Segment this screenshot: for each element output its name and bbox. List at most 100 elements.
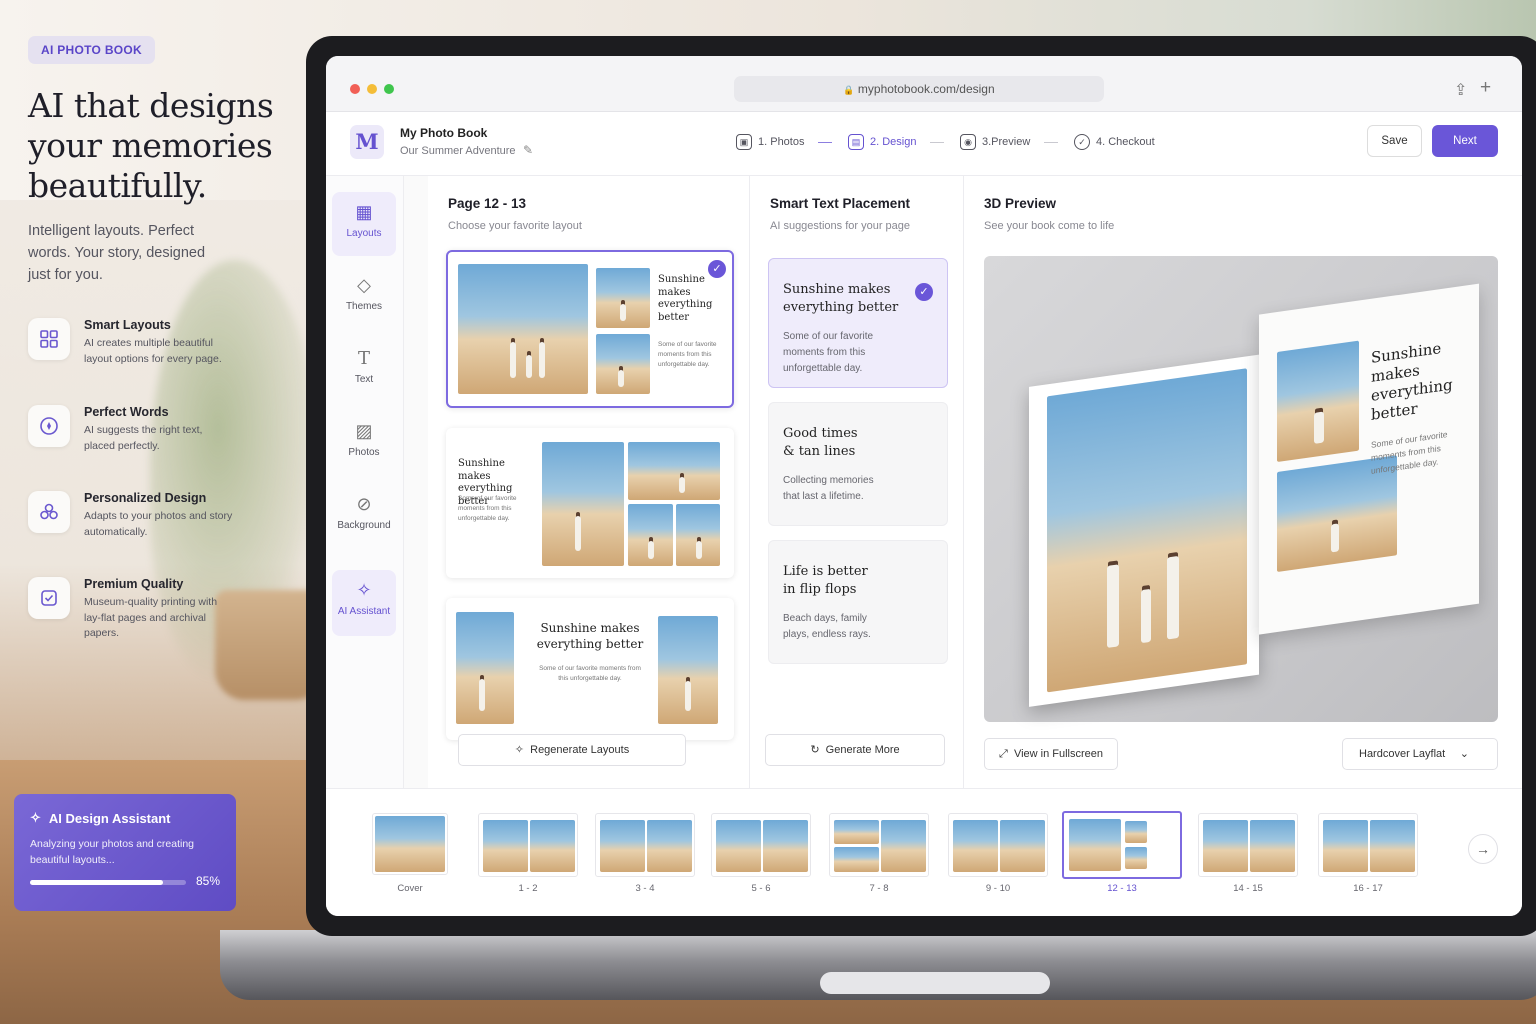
edit-pencil-icon[interactable]: ✎ (523, 143, 533, 157)
sidebar-item-text[interactable]: T Text (332, 338, 396, 402)
book-body: Some of our favorite moments from this u… (1371, 429, 1448, 476)
layout-option-1[interactable]: Sunshine makes everything better Some of… (446, 250, 734, 408)
layout-photo (456, 612, 514, 724)
format-value: Hardcover Layflat (1359, 748, 1446, 760)
app-logo[interactable]: M (350, 125, 384, 159)
step-label: 2. Design (870, 136, 917, 148)
hero-headline: AI that designs your memories beautifull… (28, 86, 274, 205)
thumbnail-page-selected[interactable] (1062, 811, 1182, 879)
view-fullscreen-button[interactable]: ⤢ View in Fullscreen (984, 738, 1118, 770)
feature-perfect-words: Perfect Words AI suggests the right text,… (28, 405, 288, 454)
ai-progress-bar (30, 880, 186, 885)
text-suggestion-2[interactable]: Good times & tan lines Collecting memori… (768, 402, 948, 526)
design-icon: ▤ (848, 134, 864, 150)
smart-text-panel: Smart Text Placement AI suggestions for … (750, 176, 964, 788)
ai-card-desc: Analyzing your photos and creating beaut… (30, 838, 195, 866)
layout-photo (628, 442, 720, 500)
layouts-panel-subtitle: Choose your favorite layout (448, 220, 582, 232)
thumbnail-page[interactable] (1318, 813, 1418, 877)
share-icon[interactable]: ⇪ (1454, 80, 1467, 100)
step-checkout[interactable]: ✓ 4. Checkout (1074, 134, 1155, 150)
preview-panel-title: 3D Preview (984, 196, 1057, 211)
laptop-notch (820, 972, 1050, 994)
step-connector (930, 142, 944, 143)
minimize-dot[interactable] (367, 84, 377, 94)
layout-option-3[interactable]: Sunshine makes everything better Some of… (446, 598, 734, 740)
check-icon: ✓ (708, 260, 726, 278)
step-label: 1. Photos (758, 136, 805, 148)
thumbnail-label: 9 - 10 (985, 883, 1011, 894)
thumbnail-page[interactable] (595, 813, 695, 877)
layouts-panel-title: Page 12 - 13 (448, 196, 527, 211)
layout-photo (628, 504, 673, 566)
feature-title: Premium Quality (84, 577, 184, 591)
thumbnail-page[interactable] (478, 813, 578, 877)
expand-icon: ⤢ (999, 748, 1008, 760)
sidebar-item-themes[interactable]: ◇ Themes (332, 265, 396, 329)
suggestion-body: Collecting memories that last a lifetime… (783, 475, 874, 502)
thumbnail-cover[interactable] (372, 813, 448, 875)
ai-design-assistant-card[interactable]: ✧ AI Design Assistant Analyzing your phot… (14, 794, 236, 911)
open-book: Sunshine makes everything better Some of… (1029, 283, 1479, 707)
layout-heading: Sunshine makes everything better (536, 621, 644, 651)
address-bar[interactable]: 🔒 myphotobook.com/design (734, 76, 1104, 102)
layout-body: Some of our favorite moments from this u… (458, 495, 517, 522)
thumbnail-page[interactable] (948, 813, 1048, 877)
feature-desc: Museum-quality printing with lay-flat pa… (84, 596, 218, 639)
step-design[interactable]: ▤ 2. Design (848, 134, 916, 150)
maximize-dot[interactable] (384, 84, 394, 94)
generate-label: Generate More (825, 744, 900, 756)
step-connector (1044, 142, 1058, 143)
save-button[interactable]: Save (1367, 125, 1422, 157)
cart-icon: ✓ (1074, 134, 1090, 150)
sidebar-item-ai-assistant[interactable]: ✧ AI Assistant (332, 570, 396, 636)
step-photos[interactable]: ▣ 1. Photos (736, 134, 804, 150)
grid-icon (28, 318, 70, 360)
marketing-panel: AI PHOTO BOOK AI that designs your memor… (28, 36, 288, 286)
feature-desc: Adapts to your photos and story automati… (84, 510, 233, 538)
text-suggestion-3[interactable]: Life is better in flip flops Beach days,… (768, 540, 948, 664)
hero-subhead: Intelligent layouts. Perfect words. Your… (28, 223, 206, 283)
sparkle-icon: ✧ (356, 580, 372, 600)
layout-body: Some of our favorite moments from this u… (658, 341, 717, 368)
project-subtitle: Our Summer Adventure (400, 145, 516, 157)
next-button[interactable]: Next (1432, 125, 1498, 157)
thumbnail-page[interactable] (1198, 813, 1298, 877)
sidebar-item-photos[interactable]: ▨ Photos (332, 411, 396, 475)
background-icon: ⊘ (356, 494, 372, 514)
generate-more-button[interactable]: ↻ Generate More (765, 734, 945, 766)
thumbnail-page[interactable] (711, 813, 811, 877)
layout-heading: Sunshine makes everything better (658, 274, 713, 323)
sidebar-item-background[interactable]: ⊘ Background (332, 484, 396, 548)
book-format-select[interactable]: Hardcover Layflat ⌄ (1342, 738, 1498, 770)
product-badge: AI PHOTO BOOK (28, 36, 156, 64)
page-thumbnail-strip: Cover 1 - 2 3 - 4 5 - 6 7 - 8 9 - 10 12 … (326, 788, 1522, 916)
text-panel-title: Smart Text Placement (770, 196, 911, 211)
close-dot[interactable] (350, 84, 360, 94)
book-3d-preview[interactable]: Sunshine makes everything better Some of… (984, 256, 1498, 722)
image-icon: ▣ (736, 134, 752, 150)
sidebar-item-label: Text (354, 374, 374, 385)
project-title: My Photo Book (400, 126, 488, 140)
sparkle-icon: ✧ (30, 810, 41, 825)
text-suggestion-1[interactable]: Sunshine makes everything better Some of… (768, 258, 948, 388)
thumbnail-label: 3 - 4 (635, 883, 655, 894)
thumbnail-label: Cover (397, 883, 423, 894)
thumbnail-label: 14 - 15 (1233, 883, 1263, 894)
feature-title: Personalized Design (84, 491, 207, 505)
layout-option-2[interactable]: Sunshine makes everything better Some of… (446, 428, 734, 578)
step-preview[interactable]: ◉ 3.Preview (960, 134, 1030, 150)
ai-progress-label: 85% (195, 874, 220, 888)
layout-photo (596, 334, 650, 394)
thumbnail-page[interactable] (829, 813, 929, 877)
sidebar-item-label: Themes (345, 301, 383, 312)
lock-icon: 🔒 (843, 85, 855, 95)
ai-progress-fill (30, 880, 163, 885)
ai-card-title: AI Design Assistant (48, 810, 171, 826)
regenerate-layouts-button[interactable]: ✧ Regenerate Layouts (458, 734, 686, 766)
app-header: M My Photo Book Our Summer Adventure ✎ ▣… (326, 112, 1522, 176)
feature-personalized-design: Personalized Design Adapts to your photos… (28, 491, 288, 540)
new-tab-icon[interactable]: + (1480, 77, 1491, 99)
sidebar-item-layouts[interactable]: ▦ Layouts (332, 192, 396, 256)
next-pages-arrow-icon[interactable]: → (1468, 834, 1498, 864)
